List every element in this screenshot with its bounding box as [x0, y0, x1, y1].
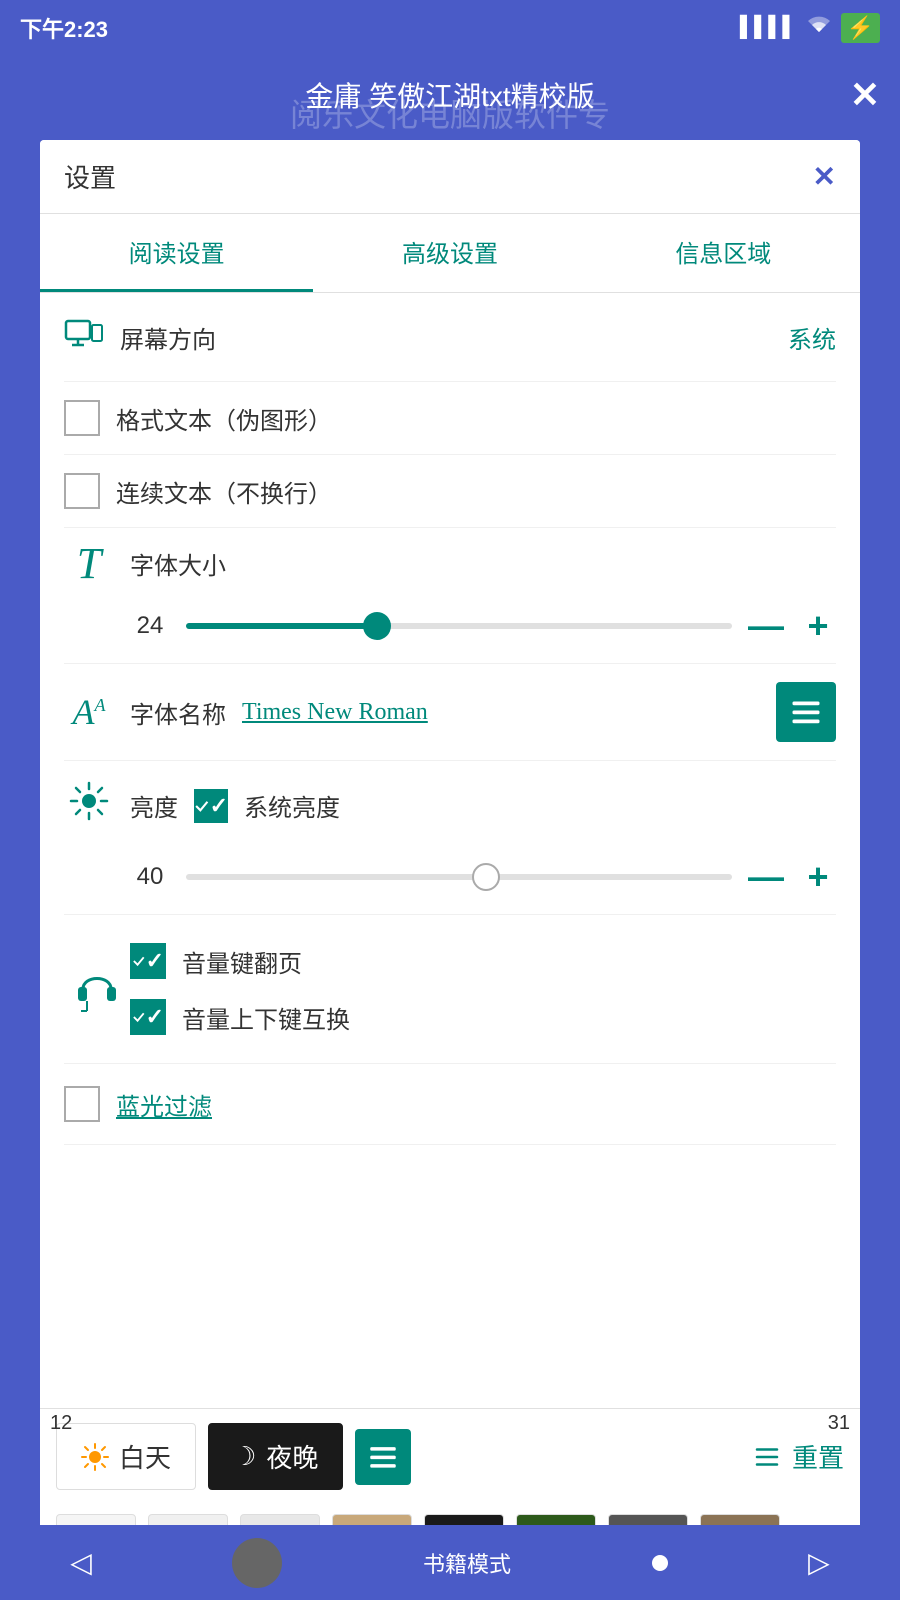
theme-row: 白天 ☽ 夜晚	[40, 1408, 860, 1504]
font-size-value: 24	[130, 612, 170, 640]
brightness-header: 亮度 系统亮度	[64, 771, 836, 840]
volume-swap-checkbox[interactable]	[130, 999, 166, 1035]
bottom-nav: ◁ 书籍模式 ▷	[0, 1525, 900, 1600]
volume-flip-label: 音量键翻页	[182, 944, 302, 979]
volume-flip-checkbox[interactable]	[130, 943, 166, 979]
nav-dot[interactable]	[652, 1555, 668, 1571]
reset-label: 重置	[792, 1438, 844, 1475]
nav-right-icon[interactable]: ▷	[808, 1546, 830, 1579]
font-size-large-icon: T	[64, 538, 114, 589]
tab-info-area[interactable]: 信息区域	[587, 214, 860, 292]
system-brightness-label: 系统亮度	[244, 788, 340, 823]
title-close-button[interactable]: ✕	[850, 74, 880, 116]
night-theme-button[interactable]: ☽ 夜晚	[208, 1423, 343, 1490]
volume-flip-row: 音量键翻页	[130, 933, 836, 989]
font-size-slider-thumb[interactable]	[363, 612, 391, 640]
dialog-close-button[interactable]: ✕	[813, 160, 836, 193]
battery-icon: ⚡	[841, 13, 880, 43]
moon-icon: ☽	[233, 1441, 256, 1472]
continuous-text-checkbox[interactable]	[64, 473, 100, 509]
status-icons: ▌▌▌▌ ⚡	[740, 13, 880, 43]
signal-icon: ▌▌▌▌	[740, 16, 797, 39]
blue-light-row: 蓝光过滤	[64, 1064, 836, 1145]
font-size-decrease-button[interactable]: —	[748, 605, 784, 647]
blue-light-checkbox[interactable]	[64, 1086, 100, 1122]
screen-orientation-value[interactable]: 系统	[788, 320, 836, 355]
status-time: 下午2:23	[20, 12, 108, 44]
format-text-row: 格式文本（伪图形）	[64, 382, 836, 455]
continuous-text-label: 连续文本（不换行）	[116, 474, 332, 509]
nav-left-icon[interactable]: ◁	[70, 1546, 92, 1579]
nav-book-mode[interactable]: 书籍模式	[423, 1547, 511, 1579]
settings-dialog: 设置 ✕ 阅读设置 高级设置 信息区域 屏幕方向 系统	[40, 140, 860, 1600]
scroll-spacer	[64, 1145, 836, 1425]
brightness-section: 亮度 系统亮度 40 — +	[64, 761, 836, 915]
tab-advanced-settings[interactable]: 高级设置	[313, 214, 586, 292]
title-bar: 金庸 笑傲江湖txt精校版 ✕	[0, 55, 900, 135]
settings-tabs: 阅读设置 高级设置 信息区域	[40, 214, 860, 293]
brightness-slider[interactable]	[186, 874, 732, 880]
day-theme-button[interactable]: 白天	[56, 1423, 196, 1490]
format-text-label: 格式文本（伪图形）	[116, 401, 332, 436]
screen-orientation-icon	[64, 315, 104, 359]
font-size-increase-button[interactable]: +	[800, 605, 836, 647]
page-number-left: 12	[50, 1412, 72, 1435]
font-size-slider-row: 24 — +	[64, 589, 836, 663]
volume-icon	[64, 933, 130, 1045]
brightness-increase-button[interactable]: +	[800, 856, 836, 898]
font-select-button[interactable]	[776, 682, 836, 742]
font-name-value[interactable]: Times New Roman	[242, 699, 760, 726]
page-number-right: 31	[828, 1412, 850, 1435]
brightness-decrease-button[interactable]: —	[748, 856, 784, 898]
brightness-icon	[64, 781, 114, 830]
app-title: 金庸 笑傲江湖txt精校版	[305, 75, 594, 115]
nav-home-icon[interactable]	[232, 1538, 282, 1588]
font-name-row: AA 字体名称 Times New Roman	[64, 664, 836, 761]
system-brightness-checkbox[interactable]	[194, 789, 228, 823]
font-name-icon: AA	[64, 691, 114, 733]
volume-swap-row: 音量上下键互换	[130, 989, 836, 1045]
format-text-checkbox[interactable]	[64, 400, 100, 436]
font-name-label: 字体名称	[130, 695, 226, 730]
screen-orientation-row: 屏幕方向 系统	[64, 293, 836, 382]
dialog-header: 设置 ✕	[40, 140, 860, 214]
status-bar: 下午2:23 ▌▌▌▌ ⚡	[0, 0, 900, 55]
reset-button[interactable]: 重置	[752, 1438, 844, 1475]
screen-orientation-label: 屏幕方向	[120, 320, 788, 355]
settings-content: 屏幕方向 系统 格式文本（伪图形） 连续文本（不换行） T 字体大小 24	[40, 293, 860, 1593]
wifi-icon	[805, 14, 833, 42]
night-theme-label: 夜晚	[266, 1438, 318, 1475]
dialog-title: 设置	[64, 158, 116, 195]
brightness-label: 亮度	[130, 788, 178, 823]
volume-checkboxes: 音量键翻页 音量上下键互换	[130, 933, 836, 1045]
volume-swap-label: 音量上下键互换	[182, 1000, 350, 1035]
brightness-slider-row: 40 — +	[64, 840, 836, 914]
brightness-slider-thumb[interactable]	[472, 863, 500, 891]
blue-light-label[interactable]: 蓝光过滤	[116, 1087, 212, 1122]
font-size-section: T 字体大小 24 — +	[64, 528, 836, 664]
tab-read-settings[interactable]: 阅读设置	[40, 214, 313, 292]
continuous-text-row: 连续文本（不换行）	[64, 455, 836, 528]
font-size-slider-fill	[186, 623, 377, 629]
font-size-label: 字体大小	[130, 546, 226, 581]
volume-section: 音量键翻页 音量上下键互换	[64, 915, 836, 1064]
brightness-value: 40	[130, 863, 170, 891]
font-size-slider[interactable]	[186, 623, 732, 629]
custom-theme-button[interactable]	[355, 1429, 411, 1485]
font-size-header: T 字体大小	[64, 538, 836, 589]
day-theme-label: 白天	[119, 1438, 171, 1475]
